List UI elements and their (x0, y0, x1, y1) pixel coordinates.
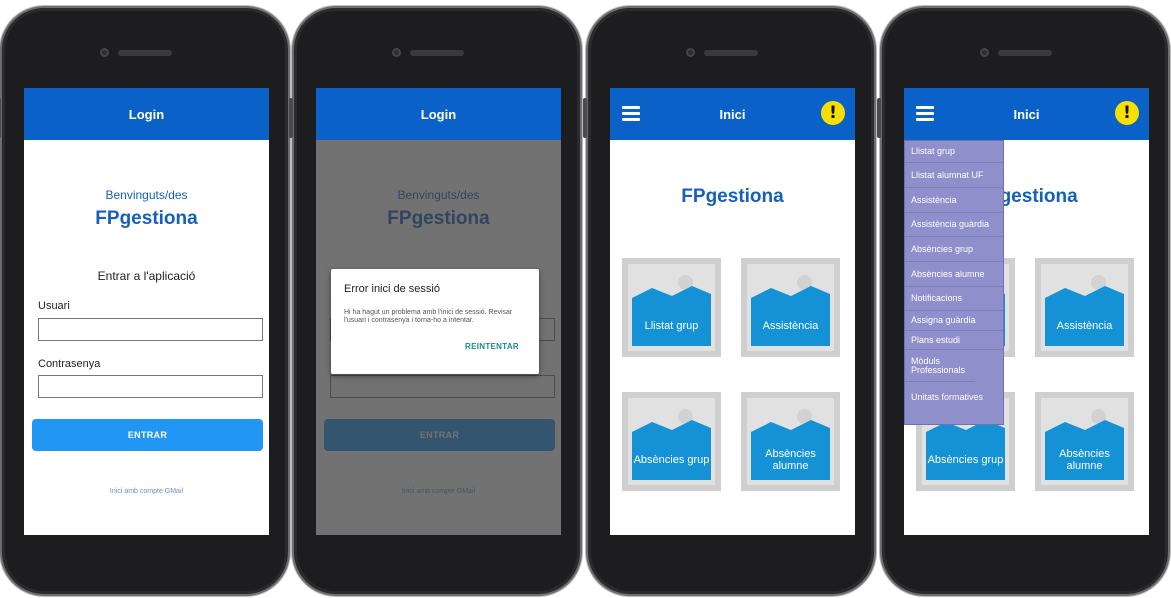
tile-label: Assistència (1056, 320, 1113, 332)
login-prompt: Entrar a l'aplicació (97, 269, 196, 283)
dialog-title: Error inici de sessió (344, 283, 440, 295)
exclamation-icon[interactable]: ! (821, 101, 845, 125)
menu-item-unitats-formatives[interactable]: Unitats formatives (905, 382, 1003, 412)
tile-label: Absències alumne (1059, 448, 1110, 472)
tile-absencies-alumne[interactable]: Absències alumne (1035, 392, 1134, 491)
exclamation-icon[interactable]: ! (1115, 101, 1139, 125)
phone-login: Login Benvinguts/des FPgestiona Entrar a… (0, 6, 290, 596)
tile-absencies-grup[interactable]: Absències grup (622, 392, 721, 491)
speaker-grille (118, 50, 172, 56)
username-label: Usuari (38, 300, 70, 312)
phone-home-menu: Inici ! FPgestiona Llistat grup Assistèn… (877, 6, 1170, 596)
menu-item-assistencia-guardia[interactable]: Assistència guàrdia (905, 213, 1003, 237)
speaker-grille (410, 50, 464, 56)
page-title: Login (128, 106, 165, 122)
username-input[interactable] (38, 318, 263, 341)
menu-item-llistat-alumnat-uf[interactable]: Llistat alumnat UF (905, 163, 1003, 188)
home-menu-screen: Inici ! FPgestiona Llistat grup Assistèn… (904, 88, 1149, 535)
phone-login-error: Login Benvinguts/des FPgestiona U C ENTR… (289, 6, 582, 596)
hamburger-icon[interactable] (622, 106, 640, 121)
password-label: Contrasenya (38, 358, 101, 370)
tile-label: Absències grup (927, 454, 1004, 466)
welcome-text: Benvinguts/des (105, 188, 188, 202)
hamburger-icon[interactable] (916, 106, 934, 121)
brand-title: FPgestiona (95, 208, 198, 229)
retry-button[interactable]: REINTENTAR (465, 342, 519, 351)
camera-icon (980, 48, 989, 57)
password-input[interactable] (38, 375, 263, 398)
tile-llistat-grup[interactable]: Llistat grup (622, 258, 721, 357)
camera-icon (392, 48, 401, 57)
menu-item-absencies-alumne[interactable]: Absències alumne (905, 262, 1003, 287)
phone-home: Inici ! FPgestiona Llistat grup Assistèn… (583, 6, 876, 596)
error-dialog: Error inici de sessió Hi ha hagut un pro… (331, 269, 539, 374)
menu-item-moduls-professionals[interactable]: Mòduls Professionals (905, 350, 975, 382)
page-title: Inici (1013, 106, 1040, 122)
tile-label: Absències alumne (765, 448, 816, 472)
tile-label: Llistat grup (644, 320, 699, 332)
menu-item-llistat-grup[interactable]: Llistat grup (905, 141, 1003, 163)
app-bar: Login (316, 88, 561, 140)
tile-assistencia[interactable]: Assistència (1035, 258, 1134, 357)
nav-menu: Llistat grup Llistat alumnat UF Assistèn… (904, 140, 1004, 425)
tile-absencies-alumne[interactable]: Absències alumne (741, 392, 840, 491)
gmail-login-link[interactable]: Inici amb compte GMail (24, 488, 269, 495)
page-title: Inici (719, 106, 746, 122)
speaker-grille (704, 50, 758, 56)
login-error-screen: Login Benvinguts/des FPgestiona U C ENTR… (316, 88, 561, 535)
camera-icon (100, 48, 109, 57)
app-bar: Login (24, 88, 269, 140)
login-button[interactable]: ENTRAR (32, 419, 263, 451)
tile-label: Assistència (762, 320, 819, 332)
speaker-grille (998, 50, 1052, 56)
home-screen: Inici ! FPgestiona Llistat grup Assistèn… (610, 88, 855, 535)
login-screen: Login Benvinguts/des FPgestiona Entrar a… (24, 88, 269, 535)
brand-title: FPgestiona (681, 186, 784, 207)
menu-item-assistencia[interactable]: Assistència (905, 188, 1003, 213)
menu-item-notificacions[interactable]: Notificacions (905, 287, 1003, 311)
tile-label: Absències grup (633, 454, 710, 466)
dialog-message: Hi ha hagut un problema amb l'inici de s… (344, 309, 513, 324)
app-bar: Inici ! (904, 88, 1149, 140)
menu-item-absencies-grup[interactable]: Absències grup (905, 237, 1003, 262)
menu-item-assigna-guardia[interactable]: Assigna guàrdia (905, 311, 1003, 331)
menu-item-plans-estudi[interactable]: Plans estudi (905, 331, 1003, 350)
app-bar: Inici ! (610, 88, 855, 140)
tile-assistencia[interactable]: Assistència (741, 258, 840, 357)
page-title: Login (420, 106, 457, 122)
camera-icon (686, 48, 695, 57)
